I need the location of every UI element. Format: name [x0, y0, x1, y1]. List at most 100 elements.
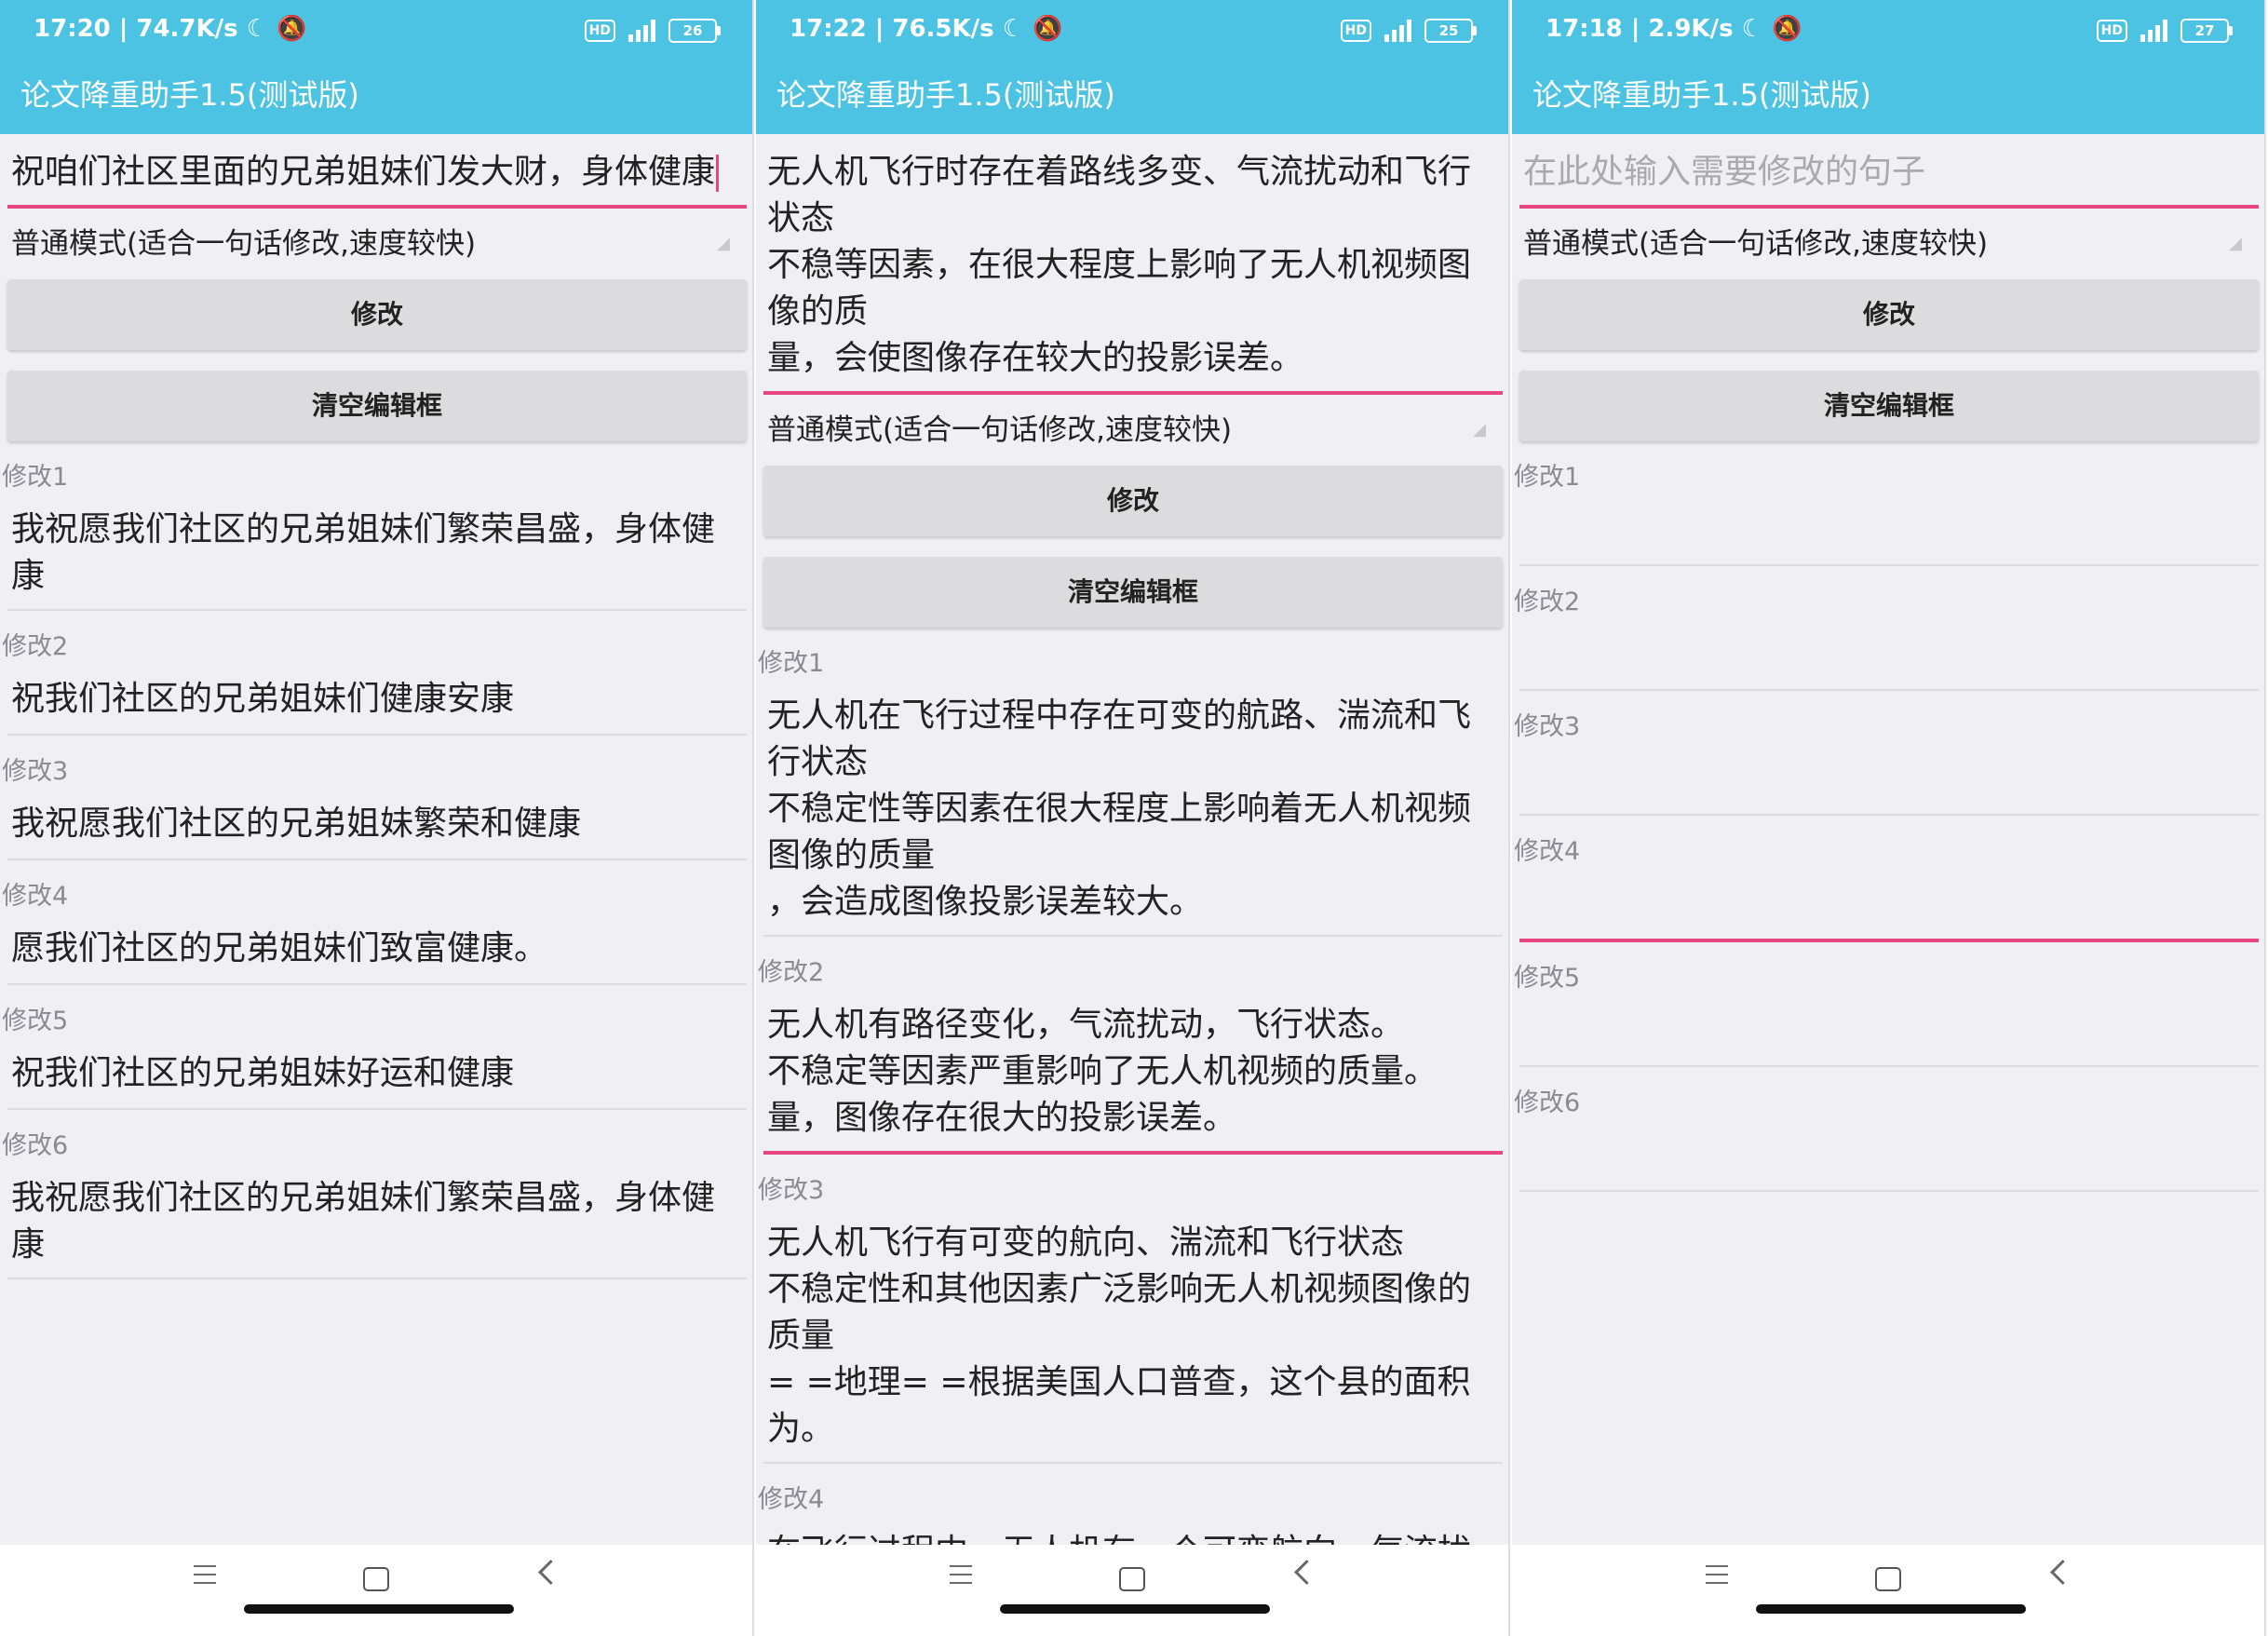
result-label-4: 修改4: [2, 882, 69, 911]
chevron-down-icon: ◢: [717, 234, 730, 253]
hd-icon: HD: [2096, 20, 2127, 42]
result-label-1: 修改1: [1514, 463, 1581, 492]
sentence-input[interactable]: 在此处输入需要修改的句子: [1519, 147, 2259, 209]
status-time-speed: 17:22 | 76.5K/s: [790, 15, 994, 43]
phone-screen-3: 17:18 | 2.9K/s ☾ 🔕 HD 27 论文降重助手1.5(测试版) …: [1512, 0, 2266, 1636]
back-icon[interactable]: [538, 1560, 563, 1585]
bell-off-icon: 🔕: [1033, 15, 1063, 43]
main-content: 在此处输入需要修改的句子 普通模式(适合一句话修改,速度较快) ◢ 修改 清空编…: [1512, 134, 2266, 1545]
result-field-1[interactable]: 无人机在飞行过程中存在可变的航路、湍流和飞 行状态 不稳定性等因素在很大程度上影…: [763, 680, 1503, 937]
system-nav-bar: [756, 1545, 1510, 1636]
result-field-4[interactable]: [1519, 868, 2259, 942]
result-field-2[interactable]: [1519, 618, 2259, 691]
modify-button[interactable]: 修改: [7, 279, 747, 350]
mode-dropdown-value: 普通模式(适合一句话修改,速度较快): [11, 227, 477, 261]
menu-icon[interactable]: [950, 1565, 972, 1590]
result-label-4: 修改4: [1514, 837, 1581, 866]
phone-screen-2: 17:22 | 76.5K/s ☾ 🔕 HD 25 论文降重助手1.5(测试版)…: [756, 0, 1510, 1636]
hd-icon: HD: [584, 20, 615, 42]
app-title: 论文降重助手1.5(测试版): [20, 77, 359, 113]
result-label-3: 修改3: [1514, 712, 1581, 741]
mode-dropdown-value: 普通模式(适合一句话修改,速度较快): [1523, 227, 1989, 261]
result-field-3[interactable]: [1519, 743, 2259, 816]
modify-button[interactable]: 修改: [763, 466, 1503, 536]
result-field-1[interactable]: 我祝愿我们社区的兄弟姐妹们繁荣昌盛，身体健 康: [7, 494, 747, 611]
app-bar: 论文降重助手1.5(测试版): [1512, 63, 2266, 134]
app-title: 论文降重助手1.5(测试版): [1532, 77, 1871, 113]
sentence-input[interactable]: 无人机飞行时存在着路线多变、气流扰动和飞行 状态 不稳等因素，在很大程度上影响了…: [763, 147, 1503, 395]
result-label-1: 修改1: [2, 463, 69, 492]
bell-off-icon: 🔕: [277, 15, 307, 43]
battery-icon: 25: [1424, 19, 1477, 43]
result-field-2[interactable]: 无人机有路径变化，气流扰动，飞行状态。 不稳定等因素严重影响了无人机视频的质量。…: [763, 989, 1503, 1155]
modify-button[interactable]: 修改: [1519, 279, 2259, 350]
moon-icon: ☾: [1741, 15, 1763, 43]
result-label-6: 修改6: [2, 1131, 69, 1160]
app-bar: 论文降重助手1.5(测试版): [0, 63, 754, 134]
moon-icon: ☾: [246, 15, 269, 43]
gesture-handle[interactable]: [1756, 1604, 2026, 1614]
result-label-5: 修改5: [2, 1007, 69, 1035]
main-content: 无人机飞行时存在着路线多变、气流扰动和飞行 状态 不稳等因素，在很大程度上影响了…: [756, 134, 1510, 1545]
status-bar: 17:18 | 2.9K/s ☾ 🔕 HD 27: [1512, 0, 2266, 63]
main-content: 祝咱们社区里面的兄弟姐妹们发大财，身体健康 普通模式(适合一句话修改,速度较快)…: [0, 134, 754, 1545]
text-caret: [716, 155, 720, 192]
home-icon[interactable]: [1875, 1567, 1901, 1591]
battery-icon: 26: [668, 19, 721, 43]
mode-dropdown-value: 普通模式(适合一句话修改,速度较快): [767, 413, 1233, 447]
clear-editor-button[interactable]: 清空编辑框: [1519, 371, 2259, 441]
result-field-6[interactable]: [1519, 1119, 2259, 1192]
result-field-3[interactable]: 我祝愿我们社区的兄弟姐妹繁荣和健康: [7, 788, 747, 860]
chevron-down-icon: ◢: [2229, 234, 2242, 253]
system-nav-bar: [0, 1545, 754, 1636]
system-nav-bar: [1512, 1545, 2266, 1636]
result-label-3: 修改3: [2, 757, 69, 786]
menu-icon[interactable]: [1706, 1565, 1728, 1590]
menu-icon[interactable]: [194, 1565, 216, 1590]
phone-screen-1: 17:20 | 74.7K/s ☾ 🔕 HD 26 论文降重助手1.5(测试版)…: [0, 0, 754, 1636]
chevron-down-icon: ◢: [1473, 420, 1486, 439]
result-field-2[interactable]: 祝我们社区的兄弟姐妹们健康安康: [7, 663, 747, 736]
signal-icon: [628, 20, 655, 42]
home-icon[interactable]: [1119, 1567, 1145, 1591]
status-bar: 17:22 | 76.5K/s ☾ 🔕 HD 25: [756, 0, 1510, 63]
signal-icon: [2140, 20, 2167, 42]
result-field-6[interactable]: 我祝愿我们社区的兄弟姐妹们繁荣昌盛，身体健 康: [7, 1162, 747, 1279]
battery-icon: 27: [2180, 19, 2233, 43]
sentence-input-placeholder: 在此处输入需要修改的句子: [1523, 153, 1926, 191]
hd-icon: HD: [1340, 20, 1371, 42]
result-label-1: 修改1: [758, 649, 825, 678]
result-label-5: 修改5: [1514, 964, 1581, 993]
moon-icon: ☾: [1002, 15, 1025, 43]
result-label-3: 修改3: [758, 1176, 825, 1205]
mode-dropdown[interactable]: 普通模式(适合一句话修改,速度较快) ◢: [767, 402, 1499, 458]
gesture-handle[interactable]: [244, 1604, 514, 1614]
back-icon[interactable]: [2050, 1560, 2075, 1585]
status-bar: 17:20 | 74.7K/s ☾ 🔕 HD 26: [0, 0, 754, 63]
status-time-speed: 17:20 | 74.7K/s: [34, 15, 238, 43]
result-field-3[interactable]: 无人机飞行有可变的航向、湍流和飞行状态 不稳定性和其他因素广泛影响无人机视频图像…: [763, 1207, 1503, 1464]
sentence-input-value: 祝咱们社区里面的兄弟姐妹们发大财，身体健康: [11, 153, 716, 191]
mode-dropdown[interactable]: 普通模式(适合一句话修改,速度较快) ◢: [1523, 216, 2255, 272]
gesture-handle[interactable]: [1000, 1604, 1270, 1614]
sentence-input[interactable]: 祝咱们社区里面的兄弟姐妹们发大财，身体健康: [7, 147, 747, 209]
app-title: 论文降重助手1.5(测试版): [776, 77, 1115, 113]
clear-editor-button[interactable]: 清空编辑框: [763, 557, 1503, 628]
result-label-6: 修改6: [1514, 1088, 1581, 1117]
mode-dropdown[interactable]: 普通模式(适合一句话修改,速度较快) ◢: [11, 216, 743, 272]
bell-off-icon: 🔕: [1771, 15, 1802, 43]
status-time-speed: 17:18 | 2.9K/s: [1546, 15, 1734, 43]
result-field-5[interactable]: 祝我们社区的兄弟姐妹好运和健康: [7, 1037, 747, 1110]
result-label-2: 修改2: [758, 958, 825, 987]
signal-icon: [1384, 20, 1411, 42]
result-field-4[interactable]: 在飞行过程中，无人机有一个可变航向，气流扰: [763, 1516, 1503, 1545]
result-label-2: 修改2: [1514, 588, 1581, 616]
result-field-1[interactable]: [1519, 494, 2259, 566]
app-bar: 论文降重助手1.5(测试版): [756, 63, 1510, 134]
result-field-4[interactable]: 愿我们社区的兄弟姐妹们致富健康。: [7, 913, 747, 985]
home-icon[interactable]: [363, 1567, 389, 1591]
result-field-5[interactable]: [1519, 994, 2259, 1067]
back-icon[interactable]: [1294, 1560, 1319, 1585]
clear-editor-button[interactable]: 清空编辑框: [7, 371, 747, 441]
result-label-4: 修改4: [758, 1485, 825, 1514]
